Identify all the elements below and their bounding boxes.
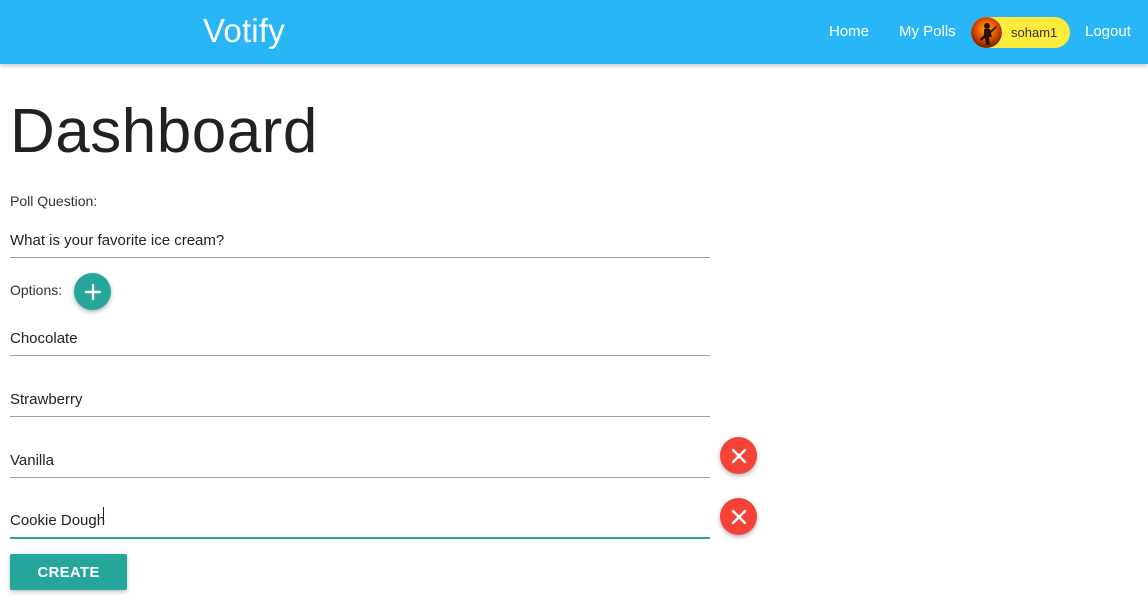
option-field [10, 373, 710, 417]
option-field-focused [10, 495, 710, 539]
option-input-1[interactable] [10, 330, 710, 347]
nav-my-polls-link[interactable]: My Polls [899, 0, 956, 64]
option-field [10, 312, 710, 356]
poll-question-label: Poll Question: [10, 193, 98, 209]
nav-logout-link[interactable]: Logout [1085, 0, 1131, 64]
close-icon [731, 448, 746, 463]
add-option-button[interactable] [74, 273, 111, 310]
option-input-4[interactable] [10, 512, 710, 529]
user-avatar [971, 17, 1002, 48]
page-title: Dashboard [10, 97, 318, 166]
close-icon [731, 509, 746, 524]
remove-option-button-4[interactable] [720, 498, 757, 535]
create-poll-button[interactable]: Create [10, 554, 127, 590]
options-label: Options: [10, 282, 63, 298]
text-cursor [103, 507, 104, 525]
user-chip[interactable]: soham1 [971, 17, 1070, 48]
nav-home-link[interactable]: Home [829, 0, 869, 64]
plus-icon [84, 283, 101, 300]
remove-option-button-3[interactable] [720, 437, 757, 474]
navbar: Votify Home My Polls soham1 Logout [0, 0, 1148, 64]
option-field [10, 434, 710, 478]
option-input-2[interactable] [10, 391, 710, 408]
brand-logo[interactable]: Votify [203, 11, 285, 51]
username-label: soham1 [1011, 25, 1058, 40]
poll-question-field [10, 214, 710, 258]
poll-question-input[interactable] [10, 232, 710, 249]
option-input-3[interactable] [10, 452, 710, 469]
